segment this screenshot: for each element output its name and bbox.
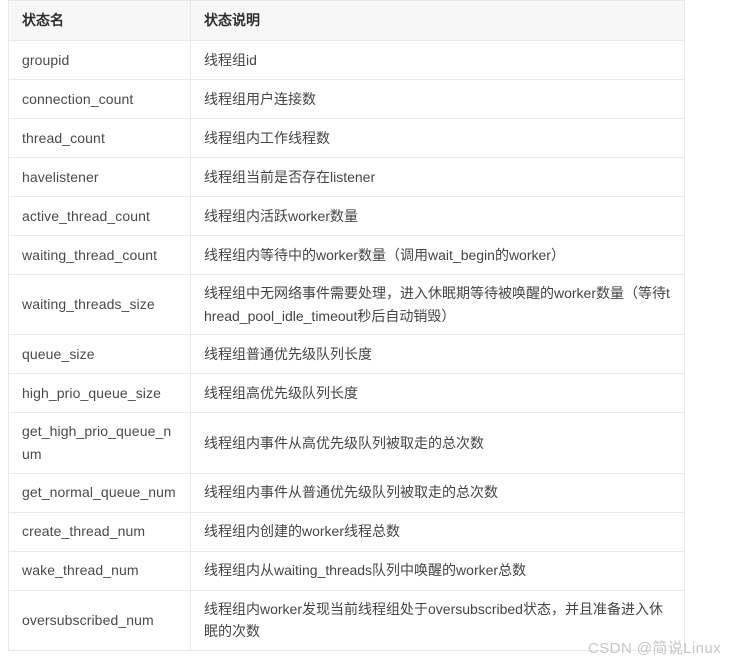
cell-status-description: 线程组内等待中的worker数量（调用wait_begin的worker） [190, 235, 685, 275]
cell-status-name: get_normal_queue_num [8, 472, 191, 513]
cell-status-description: 线程组内事件从高优先级队列被取走的总次数 [190, 412, 685, 474]
table-row: wake_thread_num 线程组内从waiting_threads队列中唤醒… [8, 550, 685, 591]
column-header-status-desc: 状态说明 [190, 0, 685, 41]
cell-status-description: 线程组内事件从普通优先级队列被取走的总次数 [190, 472, 685, 513]
cell-status-name: get_high_prio_queue_num [8, 412, 191, 474]
cell-status-name: waiting_threads_size [8, 273, 191, 336]
cell-status-name: queue_size [8, 334, 191, 375]
cell-status-description: 线程组内从waiting_threads队列中唤醒的worker总数 [190, 550, 685, 591]
table-header-row: 状态名 状态说明 [8, 0, 685, 41]
status-table-container: 状态名 状态说明 groupid 线程组id connection_count 线程组… [8, 0, 685, 652]
cell-status-name: oversubscribed_num [8, 589, 191, 652]
table-row: connection_count 线程组用户连接数 [8, 79, 685, 119]
table-row: get_normal_queue_num 线程组内事件从普通优先级队列被取走的总次… [8, 472, 685, 513]
cell-status-description: 线程组普通优先级队列长度 [190, 334, 685, 375]
cell-status-name: havelistener [8, 157, 191, 197]
table-row: waiting_threads_size 线程组中无网络事件需要处理，进入休眠期等… [8, 273, 685, 336]
cell-status-name: connection_count [8, 79, 191, 119]
cell-status-name: thread_count [8, 118, 191, 158]
cell-status-name: create_thread_num [8, 511, 191, 552]
thread-pool-status-table: 状态名 状态说明 groupid 线程组id connection_count 线程组… [8, 0, 685, 652]
table-row: havelistener 线程组当前是否存在listener [8, 157, 685, 197]
table-row: create_thread_num 线程组内创建的worker线程总数 [8, 511, 685, 552]
table-row: high_prio_queue_size 线程组高优先级队列长度 [8, 373, 685, 414]
table-row: get_high_prio_queue_num 线程组内事件从高优先级队列被取走的… [8, 412, 685, 474]
table-row: waiting_thread_count 线程组内等待中的worker数量（调用w… [8, 235, 685, 275]
table-row: thread_count 线程组内工作线程数 [8, 118, 685, 158]
table-row: oversubscribed_num 线程组内worker发现当前线程组处于ove… [8, 589, 685, 652]
cell-status-description: 线程组当前是否存在listener [190, 157, 685, 197]
table-row: groupid 线程组id [8, 40, 685, 80]
cell-status-description: 线程组内活跃worker数量 [190, 196, 685, 236]
column-header-status-name: 状态名 [8, 0, 191, 41]
table-body: groupid 线程组id connection_count 线程组用户连接数 thre… [8, 40, 685, 652]
cell-status-description: 线程组用户连接数 [190, 79, 685, 119]
cell-status-name: active_thread_count [8, 196, 191, 236]
table-row: queue_size 线程组普通优先级队列长度 [8, 334, 685, 375]
cell-status-name: wake_thread_num [8, 550, 191, 591]
table-header: 状态名 状态说明 [8, 0, 685, 41]
cell-status-description: 线程组内创建的worker线程总数 [190, 511, 685, 552]
cell-status-name: groupid [8, 40, 191, 80]
table-row: active_thread_count 线程组内活跃worker数量 [8, 196, 685, 236]
cell-status-description: 线程组内worker发现当前线程组处于oversubscribed状态，并且准备… [190, 589, 685, 652]
cell-status-description: 线程组id [190, 40, 685, 80]
cell-status-description: 线程组高优先级队列长度 [190, 373, 685, 414]
cell-status-name: high_prio_queue_size [8, 373, 191, 414]
cell-status-description: 线程组中无网络事件需要处理，进入休眠期等待被唤醒的worker数量（等待thre… [190, 273, 685, 336]
cell-status-description: 线程组内工作线程数 [190, 118, 685, 158]
cell-status-name: waiting_thread_count [8, 235, 191, 275]
